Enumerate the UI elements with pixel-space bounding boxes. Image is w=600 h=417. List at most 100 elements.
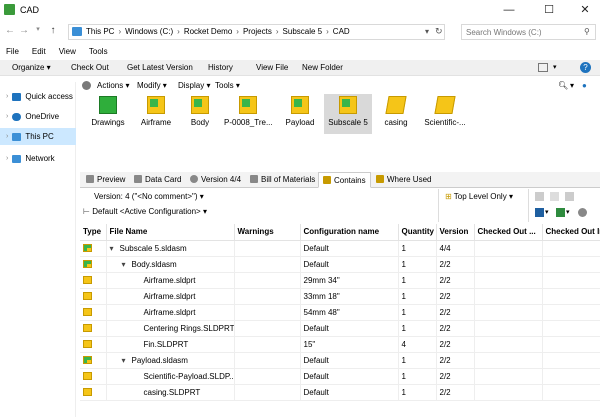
expand-icon[interactable]: ▾ xyxy=(122,356,132,365)
checked-out-by-cell xyxy=(474,336,543,353)
level-select[interactable]: ⊞ Top Level Only ▾ xyxy=(445,192,513,201)
table-row[interactable]: Fin.SLDPRT 15" 4 2/2 xyxy=(80,336,600,353)
table-row[interactable]: ▾ Subscale 5.sldasm Default 1 4/4 xyxy=(80,240,600,257)
header-warnings[interactable]: Warnings xyxy=(234,224,301,241)
menu-file[interactable]: File xyxy=(6,47,19,56)
crumb-cad[interactable]: CAD xyxy=(333,27,350,36)
table-row[interactable]: Airframe.sldprt 33mm 18" 1 2/2 xyxy=(80,288,600,305)
header-checked-out-by[interactable]: Checked Out ... xyxy=(474,224,543,241)
tab-preview[interactable]: Preview xyxy=(82,172,129,188)
checked-out-by-cell xyxy=(474,368,543,385)
new-folder-button[interactable]: New Folder xyxy=(302,63,343,72)
crumb-rocket-demo[interactable]: Rocket Demo xyxy=(184,27,232,36)
help-icon[interactable]: ? xyxy=(580,62,591,73)
compare-icon[interactable] xyxy=(535,192,544,201)
table-row[interactable]: ▾ Payload.sldasm Default 1 2/2 xyxy=(80,352,600,369)
nav-quick-access[interactable]: › Quick access xyxy=(0,88,76,105)
crumb-windows[interactable]: Windows (C:) xyxy=(125,27,173,36)
search-icon[interactable]: 🔍︎ xyxy=(558,81,568,90)
table-row[interactable]: ▾ Body.sldasm Default 1 2/2 xyxy=(80,256,600,273)
table-row[interactable]: Centering Rings.SLDPRT Default 1 2/2 xyxy=(80,320,600,337)
header-type[interactable]: Type xyxy=(80,224,107,241)
minimize-button[interactable]: — xyxy=(494,2,524,18)
nav-onedrive[interactable]: › OneDrive xyxy=(0,108,76,125)
get-latest-button[interactable]: Get Latest Version xyxy=(127,63,193,72)
config-cell: Default xyxy=(300,384,399,401)
help-icon[interactable]: ● xyxy=(582,81,587,90)
view-options-icon[interactable] xyxy=(538,63,548,72)
warnings-cell xyxy=(234,240,301,257)
chevron-down-icon[interactable]: ▾ xyxy=(570,81,574,90)
tab-version[interactable]: Version 4/4 xyxy=(186,172,245,188)
menu-tools[interactable]: Tools xyxy=(89,47,108,56)
view-file-button[interactable]: View File xyxy=(256,63,288,72)
table-row[interactable]: Airframe.sldprt 54mm 48" 1 2/2 xyxy=(80,304,600,321)
config-select[interactable]: ⊢ Default <Active Configuration> ▾ xyxy=(83,207,207,216)
tab-where-used[interactable]: Where Used xyxy=(372,172,435,188)
table-row[interactable]: Scientific-Payload.SLDP... Default 1 2/2 xyxy=(80,368,600,385)
vault-icon xyxy=(82,81,91,90)
copy-icon[interactable] xyxy=(550,192,559,201)
expand-icon[interactable]: ▾ xyxy=(122,260,132,269)
header-quantity[interactable]: Quantity xyxy=(398,224,437,241)
display-menu[interactable]: Display ▾ xyxy=(178,81,210,90)
table-row[interactable]: Airframe.sldprt 29mm 34" 1 2/2 xyxy=(80,272,600,289)
menu-edit[interactable]: Edit xyxy=(32,47,46,56)
warnings-cell xyxy=(234,304,301,321)
save-icon[interactable] xyxy=(535,208,544,217)
nav-this-pc[interactable]: › This PC xyxy=(0,128,76,145)
crumb-this-pc[interactable]: This PC xyxy=(86,27,114,36)
version-select[interactable]: Version: 4 ("<No comment>") ▾ xyxy=(94,192,204,201)
actions-menu[interactable]: Actions ▾ xyxy=(97,81,129,90)
type-cell xyxy=(80,336,107,353)
delete-icon[interactable] xyxy=(565,192,574,201)
quantity-cell: 1 xyxy=(398,384,437,401)
command-bar: Organize ▾ Check Out Get Latest Version … xyxy=(0,60,600,76)
file-item-drawings[interactable]: Drawings xyxy=(84,94,132,134)
up-icon[interactable]: ↑ xyxy=(47,25,59,36)
close-button[interactable]: ✕ xyxy=(570,2,600,18)
header-checked-out-in[interactable]: Checked Out In xyxy=(542,224,600,241)
config-cell: 54mm 48" xyxy=(300,304,399,321)
modify-menu[interactable]: Modify ▾ xyxy=(137,81,167,90)
organize-button[interactable]: Organize ▾ xyxy=(12,63,51,72)
settings-icon[interactable] xyxy=(578,208,587,217)
search-icon: ⚲ xyxy=(584,27,590,36)
export-icon[interactable] xyxy=(556,208,565,217)
chevron-down-icon[interactable]: ▾ xyxy=(566,208,570,216)
back-icon[interactable]: ← xyxy=(4,25,16,36)
file-item-casing[interactable]: casing xyxy=(372,94,420,134)
nav-network[interactable]: › Network xyxy=(0,150,76,167)
chevron-down-icon[interactable]: ▾ xyxy=(425,27,429,36)
maximize-button[interactable]: ☐ xyxy=(534,2,564,18)
check-out-button[interactable]: Check Out xyxy=(71,63,109,72)
menu-view[interactable]: View xyxy=(59,47,76,56)
chevron-down-icon[interactable]: ▾ xyxy=(545,208,549,216)
file-item-body[interactable]: Body xyxy=(176,94,224,134)
file-item-subscale5[interactable]: Subscale 5 xyxy=(324,94,372,134)
history-button[interactable]: History xyxy=(208,63,233,72)
search-input[interactable]: Search Windows (C:) xyxy=(461,24,596,40)
config-cell: Default xyxy=(300,352,399,369)
tab-data-card[interactable]: Data Card xyxy=(130,172,185,188)
file-item-scientific[interactable]: Scientific-... xyxy=(420,94,470,134)
tools-menu[interactable]: Tools ▾ xyxy=(215,81,240,90)
recent-dropdown-icon[interactable]: ▾ xyxy=(32,25,44,33)
chevron-down-icon[interactable]: ▾ xyxy=(553,63,557,71)
header-version[interactable]: Version xyxy=(436,224,475,241)
forward-icon[interactable]: → xyxy=(18,25,30,36)
header-config[interactable]: Configuration name xyxy=(300,224,399,241)
file-item-p0008[interactable]: P-0008_Tre... xyxy=(224,94,272,134)
crumb-subscale[interactable]: Subscale 5 xyxy=(283,27,323,36)
refresh-icon[interactable]: ↻ xyxy=(435,26,443,37)
crumb-projects[interactable]: Projects xyxy=(243,27,272,36)
tab-bill-of-materials[interactable]: Bill of Materials xyxy=(246,172,319,188)
file-item-payload[interactable]: Payload xyxy=(276,94,324,134)
table-row[interactable]: casing.SLDPRT Default 1 2/2 xyxy=(80,384,600,401)
file-item-airframe[interactable]: Airframe xyxy=(132,94,180,134)
header-file-name[interactable]: File Name xyxy=(106,224,235,241)
expand-icon[interactable]: ▾ xyxy=(110,244,120,253)
navigation-pane: › Quick access › OneDrive › This PC › Ne… xyxy=(0,82,76,417)
checked-out-in-cell xyxy=(542,368,600,385)
tab-contains[interactable]: Contains xyxy=(318,172,371,188)
